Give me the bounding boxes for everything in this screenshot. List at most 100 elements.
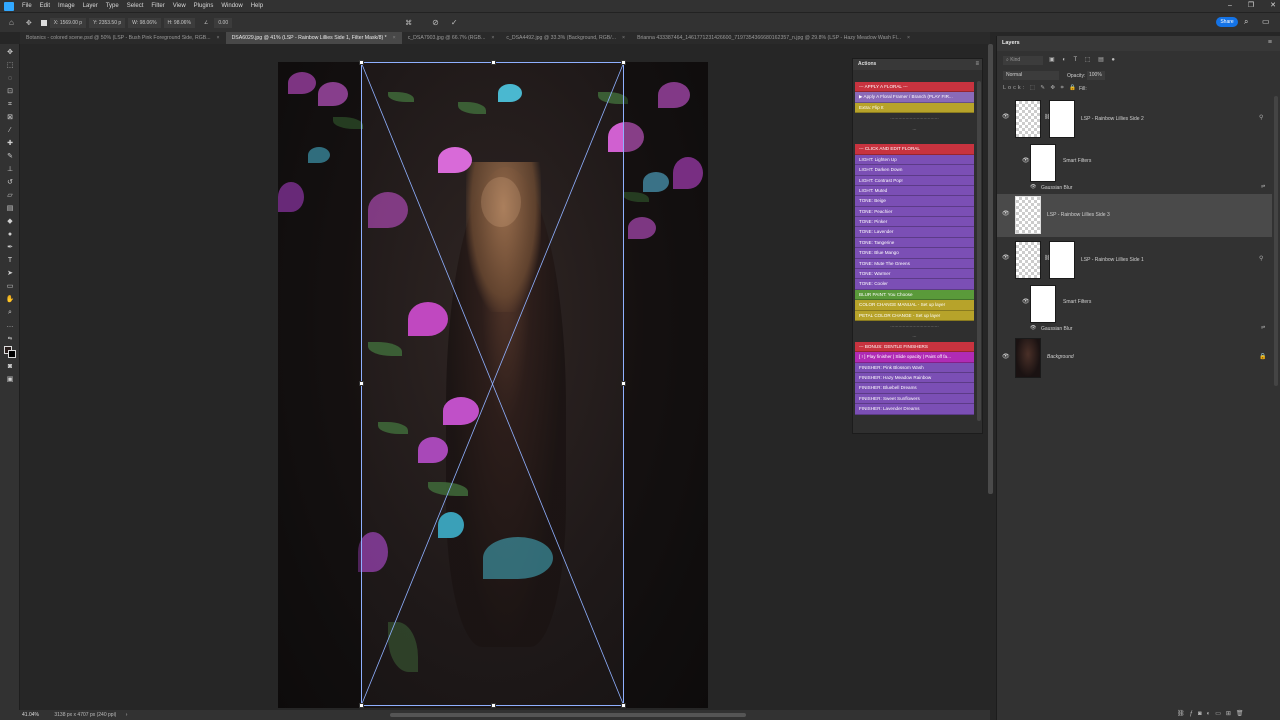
action-row[interactable] <box>855 134 974 144</box>
layer-name[interactable]: LSP - Rainbow Lillies Side 3 <box>1047 212 1110 218</box>
move-tool-icon[interactable]: ✥ <box>5 49 15 57</box>
blend-mode-select[interactable]: Normal <box>1003 71 1059 80</box>
layer-row[interactable]: 👁 Smart Filters <box>997 140 1272 184</box>
transform-handle-right[interactable] <box>621 381 626 386</box>
action-row[interactable]: FINISHER: Bluebell Dreams <box>855 383 974 394</box>
healing-tool-icon[interactable]: ✚ <box>5 140 15 148</box>
layers-tab[interactable]: Layers <box>997 36 1280 51</box>
eyedropper-tool-icon[interactable]: ⁄ <box>5 127 15 135</box>
layer-mask-thumbnail[interactable] <box>1049 241 1075 279</box>
pen-tool-icon[interactable]: ✒ <box>5 244 15 252</box>
transform-handle-bottom-right[interactable] <box>621 703 626 708</box>
lock-icons[interactable]: Lock: ⬚ ✎ ✥ ⌗ 🔒 <box>1003 85 1078 92</box>
canvas-area[interactable] <box>20 44 990 710</box>
swap-colors-icon[interactable]: ⇆ <box>5 335 15 343</box>
transform-handle-left[interactable] <box>359 381 364 386</box>
object-select-tool-icon[interactable]: ⊡ <box>5 88 15 96</box>
doc-tab-5[interactable]: Brianna 433387464_1461771231426600_71973… <box>631 32 916 44</box>
menu-edit[interactable]: Edit <box>36 3 54 9</box>
restore-icon[interactable]: ❐ <box>1248 0 1254 12</box>
layers-panel-scrollbar[interactable] <box>1274 96 1278 386</box>
layer-name[interactable]: Smart Filters <box>1063 158 1091 164</box>
action-row[interactable]: FINISHER: Lavender Dreams <box>855 404 974 415</box>
layer-row[interactable]: 👁 Smart Filters <box>997 281 1272 325</box>
action-row[interactable]: TONE: Warmer <box>855 269 974 280</box>
more-tools-icon[interactable]: … <box>5 322 15 330</box>
action-row[interactable]: TONE: Cooler <box>855 279 974 290</box>
action-row[interactable]: ▶ Apply A Floral Framer / Branch (PLAY F… <box>855 92 974 103</box>
layer-filter-input[interactable]: ⌕ Kind <box>1003 56 1043 65</box>
transform-handle-top[interactable] <box>491 60 496 65</box>
action-row[interactable]: LIGHT: Darken Down <box>855 165 974 176</box>
layer-row[interactable]: 👁 Gaussian Blur ⇌ <box>997 182 1272 194</box>
doc-tab-1[interactable]: Botanics - colored scene.psd @ 50% (LSP … <box>20 32 226 44</box>
layer-row[interactable]: 👁 Gaussian Blur ⇌ <box>997 323 1272 335</box>
layer-row[interactable]: 👁 Background 🔒 <box>997 336 1272 380</box>
action-row[interactable]: --- BONUS: GENTLE FINISHERS <box>855 341 974 353</box>
transform-handle-top-right[interactable] <box>621 60 626 65</box>
menu-filter[interactable]: Filter <box>147 3 168 9</box>
action-row[interactable]: LIGHT: Muted <box>855 185 974 197</box>
action-row[interactable]: LIGHT: Contrast Pop! <box>855 175 974 186</box>
layer-mask-thumbnail[interactable] <box>1049 100 1075 138</box>
lasso-tool-icon[interactable]: ◌ <box>5 75 15 83</box>
action-row[interactable]: TONE: Peachier <box>855 206 974 218</box>
dodge-tool-icon[interactable]: ● <box>5 231 15 239</box>
gradient-tool-icon[interactable]: ▤ <box>5 205 15 213</box>
action-row[interactable]: FINISHER: Pink Blossom Wash <box>855 362 974 373</box>
type-tool-icon[interactable]: T <box>5 257 15 265</box>
adjustment-layer-icon[interactable]: ◐ <box>1207 711 1216 717</box>
path-select-tool-icon[interactable]: ➤ <box>5 270 15 278</box>
share-button[interactable]: Share <box>1216 17 1238 27</box>
panel-menu-icon[interactable]: ≡ <box>1268 39 1272 46</box>
action-row[interactable]: ................................... <box>855 113 974 123</box>
layer-row[interactable]: 👁 ⛓ LSP - Rainbow Lillies Side 1 ⚲ <box>997 237 1272 281</box>
visibility-eye-icon[interactable]: 👁 <box>1002 210 1010 217</box>
delete-layer-icon[interactable]: 🗑 <box>1236 711 1249 717</box>
transform-bounding-box[interactable] <box>359 60 626 708</box>
visibility-eye-icon[interactable]: 👁 <box>1002 113 1010 120</box>
doc-tab-4[interactable]: c_DSA4492.jpg @ 33.3% (Background, RGB/.… <box>500 32 631 44</box>
menu-file[interactable]: File <box>18 3 36 9</box>
layer-name[interactable]: LSP - Rainbow Lillies Side 2 <box>1081 116 1144 122</box>
background-color-swatch[interactable] <box>8 350 16 358</box>
doc-tab-3[interactable]: c_DSA7903.jpg @ 66.7% (RGB... × <box>402 32 501 44</box>
search-icon[interactable]: ⌕ <box>1244 17 1248 27</box>
layer-row[interactable]: 👁 ⛓ LSP - Rainbow Lillies Side 2 ⚲ <box>997 96 1272 140</box>
action-row[interactable]: --- CLICK AND EDIT FLORAL <box>855 144 974 155</box>
menu-plugins[interactable]: Plugins <box>190 3 218 9</box>
reference-point-checkbox[interactable] <box>40 19 47 26</box>
panel-menu-icon[interactable]: ≡ <box>975 61 979 67</box>
close-icon[interactable]: ✕ <box>1270 0 1276 12</box>
action-row[interactable]: TONE: Pinker <box>855 217 974 228</box>
filter-options-icon[interactable]: ⇌ <box>1261 325 1265 331</box>
action-row[interactable]: ... <box>855 331 974 341</box>
actions-panel-title[interactable]: Actions <box>853 59 982 70</box>
opacity-field[interactable]: 100% <box>1087 71 1105 80</box>
action-row[interactable]: TONE: Mute The Greens <box>855 258 974 270</box>
action-row[interactable]: ... <box>855 124 974 134</box>
filter-visibility-eye-icon[interactable]: 👁 <box>1030 184 1036 190</box>
status-expand-icon[interactable]: › <box>126 712 128 718</box>
transform-handle-top-left[interactable] <box>359 60 364 65</box>
action-row[interactable]: BLUR PAINT: You Choose <box>855 289 974 301</box>
transform-handle-bottom-left[interactable] <box>359 703 364 708</box>
menu-layer[interactable]: Layer <box>79 3 102 9</box>
menu-help[interactable]: Help <box>247 3 267 9</box>
fx-icon[interactable]: ƒ <box>1190 711 1198 717</box>
x-field[interactable]: X: 1569.00 p <box>49 17 87 28</box>
action-row[interactable]: [ ! ] Play finisher | Slide opacity | Pa… <box>855 352 974 363</box>
action-row[interactable]: TONE: Lavender <box>855 227 974 238</box>
action-row[interactable]: --- APPLY A FLORAL --- <box>855 82 974 93</box>
stamp-tool-icon[interactable]: ⊥ <box>5 166 15 174</box>
layer-row[interactable]: 👁 LSP - Rainbow Lillies Side 3 <box>997 194 1272 237</box>
hand-tool-icon[interactable]: ✋ <box>5 296 15 304</box>
zoom-level[interactable]: 41.04% <box>22 712 39 718</box>
smart-filter-mask-thumbnail[interactable] <box>1030 144 1056 182</box>
cancel-transform-icon[interactable]: ⊘ <box>429 16 442 29</box>
new-group-icon[interactable]: ▭ <box>1215 711 1226 717</box>
filter-options-icon[interactable]: ⇌ <box>1261 184 1265 190</box>
frame-tool-icon[interactable]: ⊠ <box>5 114 15 122</box>
transform-handle-bottom[interactable] <box>491 703 496 708</box>
smart-filter-mask-thumbnail[interactable] <box>1030 285 1056 323</box>
